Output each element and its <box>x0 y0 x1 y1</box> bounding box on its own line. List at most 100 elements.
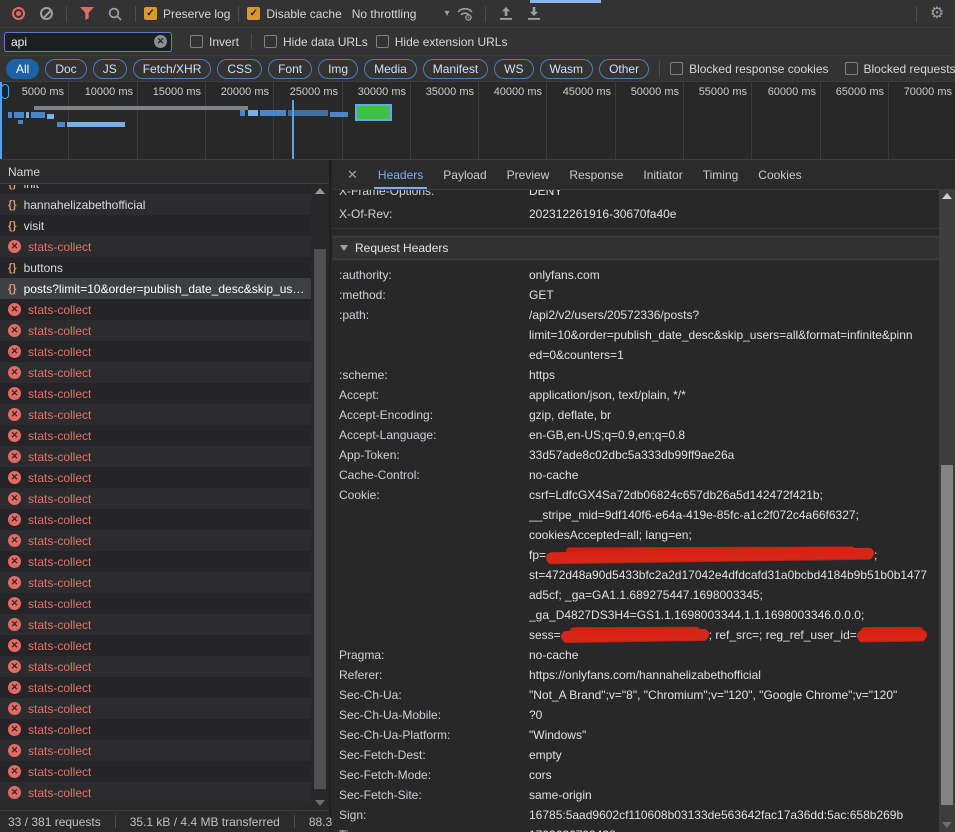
request-name: buttons <box>24 261 63 275</box>
blocked-response-cookies-checkbox[interactable]: Blocked response cookies <box>670 62 828 76</box>
request-header-row: Time:1703636799438 <box>333 825 939 832</box>
scroll-up-icon[interactable] <box>942 193 952 199</box>
timeline-tick-label: 10000 ms <box>63 86 133 98</box>
filter-pill-js[interactable]: JS <box>93 59 127 79</box>
request-row[interactable]: ✕stats-collect <box>0 425 311 446</box>
request-header-row: Sec-Fetch-Site:same-origin <box>333 785 939 805</box>
request-row[interactable]: ✕stats-collect <box>0 488 311 509</box>
filter-pill-css[interactable]: CSS <box>217 59 262 79</box>
request-row[interactable]: ✕stats-collect <box>0 530 311 551</box>
request-row[interactable]: ✕stats-collect <box>0 635 311 656</box>
request-row[interactable]: {}hannahelizabethofficial <box>0 194 311 215</box>
request-list-viewport: {}init{}hannahelizabethofficial{}visit✕s… <box>0 185 311 810</box>
filter-pill-all[interactable]: All <box>6 59 39 79</box>
header-name: Time: <box>333 825 529 832</box>
filter-pill-ws[interactable]: WS <box>494 59 533 79</box>
record-button[interactable] <box>6 2 30 26</box>
request-row[interactable]: ✕stats-collect <box>0 320 311 341</box>
request-name: stats-collect <box>28 618 91 632</box>
hide-extension-urls-checkbox[interactable]: Hide extension URLs <box>376 35 508 49</box>
clear-filter-icon[interactable]: ✕ <box>154 35 167 48</box>
scrollbar-thumb[interactable] <box>941 465 953 805</box>
redaction-scribble <box>546 548 874 564</box>
tab-preview[interactable]: Preview <box>497 160 560 189</box>
request-row[interactable]: ✕stats-collect <box>0 446 311 467</box>
request-list-scrollbar[interactable] <box>312 185 328 810</box>
request-row[interactable]: ✕stats-collect <box>0 761 311 782</box>
filter-pill-manifest[interactable]: Manifest <box>423 59 488 79</box>
request-row[interactable]: ✕stats-collect <box>0 614 311 635</box>
import-har-icon[interactable] <box>494 2 518 26</box>
tab-response[interactable]: Response <box>559 160 633 189</box>
clear-button[interactable] <box>34 2 58 26</box>
request-row[interactable]: ✕stats-collect <box>0 656 311 677</box>
request-header-row: :authority:onlyfans.com <box>333 265 939 285</box>
close-icon[interactable]: ✕ <box>333 160 368 189</box>
filter-pill-doc[interactable]: Doc <box>45 59 86 79</box>
failed-request-icon: ✕ <box>8 723 21 736</box>
tab-initiator[interactable]: Initiator <box>633 160 692 189</box>
invert-checkbox[interactable]: Invert <box>190 35 239 49</box>
network-overview-timeline[interactable]: 5000 ms10000 ms15000 ms20000 ms25000 ms3… <box>0 82 955 160</box>
request-row[interactable]: ✕stats-collect <box>0 509 311 530</box>
filter-pill-wasm[interactable]: Wasm <box>540 59 594 79</box>
scroll-down-icon[interactable] <box>315 800 325 806</box>
filter-pill-font[interactable]: Font <box>268 59 312 79</box>
tab-payload[interactable]: Payload <box>433 160 496 189</box>
header-name: Cookie: <box>333 485 529 645</box>
scrollbar-thumb[interactable] <box>314 249 326 789</box>
throttling-dropdown[interactable]: No throttling ▾ <box>352 7 450 21</box>
blocked-requests-checkbox[interactable]: Blocked requests <box>845 62 955 76</box>
request-row[interactable]: ✕stats-collect <box>0 236 311 257</box>
filter-pill-other[interactable]: Other <box>599 59 649 79</box>
search-icon[interactable] <box>103 2 127 26</box>
request-row[interactable]: ✕stats-collect <box>0 677 311 698</box>
request-row[interactable]: ✕stats-collect <box>0 782 311 803</box>
network-conditions-icon[interactable] <box>453 2 477 26</box>
scroll-up-icon[interactable] <box>315 188 325 194</box>
request-row[interactable]: ✕stats-collect <box>0 593 311 614</box>
header-value-line: ad5cf; _ga=GA1.1.689275447.1698003345; <box>529 585 933 605</box>
tab-cookies[interactable]: Cookies <box>748 160 811 189</box>
preserve-log-checkbox[interactable]: ✓ Preserve log <box>144 7 230 21</box>
filter-icon[interactable] <box>75 2 99 26</box>
filter-input[interactable]: api ✕ <box>4 32 172 52</box>
request-row[interactable]: ✕stats-collect <box>0 341 311 362</box>
request-row[interactable]: {}posts?limit=10&order=publish_date_desc… <box>0 278 311 299</box>
hide-data-urls-checkbox[interactable]: Hide data URLs <box>264 35 368 49</box>
request-row[interactable]: {}visit <box>0 215 311 236</box>
disable-cache-checkbox[interactable]: ✓ Disable cache <box>247 7 341 21</box>
header-value: no-cache <box>529 465 939 485</box>
request-headers-section[interactable]: Request Headers <box>333 236 939 260</box>
request-row[interactable]: ✕stats-collect <box>0 362 311 383</box>
request-row[interactable]: ✕stats-collect <box>0 740 311 761</box>
export-har-icon[interactable] <box>522 2 546 26</box>
request-row[interactable]: ✕stats-collect <box>0 299 311 320</box>
filter-pill-media[interactable]: Media <box>364 59 417 79</box>
filter-pill-fetch-xhr[interactable]: Fetch/XHR <box>133 59 212 79</box>
request-row[interactable]: ✕stats-collect <box>0 572 311 593</box>
request-row[interactable]: ✕stats-collect <box>0 467 311 488</box>
overview-activity-bar <box>18 120 23 124</box>
detail-scrollbar[interactable] <box>939 190 955 832</box>
settings-gear-icon[interactable]: ⚙ <box>925 2 949 26</box>
tab-timing[interactable]: Timing <box>693 160 749 189</box>
request-row[interactable]: ✕stats-collect <box>0 404 311 425</box>
name-column-header[interactable]: Name <box>0 160 329 184</box>
request-row[interactable]: ✕stats-collect <box>0 551 311 572</box>
request-row[interactable]: ✕stats-collect <box>0 719 311 740</box>
request-row[interactable]: {}init <box>0 185 311 194</box>
header-value: /api2/v2/users/20572336/posts?limit=10&o… <box>529 305 939 365</box>
header-value-line: cors <box>529 765 933 785</box>
divider <box>238 6 239 22</box>
request-row[interactable]: ✕stats-collect <box>0 383 311 404</box>
failed-request-icon: ✕ <box>8 429 21 442</box>
header-name: Referer: <box>333 665 529 685</box>
request-row[interactable]: ✕stats-collect <box>0 698 311 719</box>
scroll-down-icon[interactable] <box>942 822 952 828</box>
request-count: 33 / 381 requests <box>8 815 101 829</box>
tab-headers[interactable]: Headers <box>368 160 433 189</box>
overview-activity-bar <box>260 110 286 116</box>
filter-pill-img[interactable]: Img <box>318 59 358 79</box>
request-row[interactable]: {}buttons <box>0 257 311 278</box>
